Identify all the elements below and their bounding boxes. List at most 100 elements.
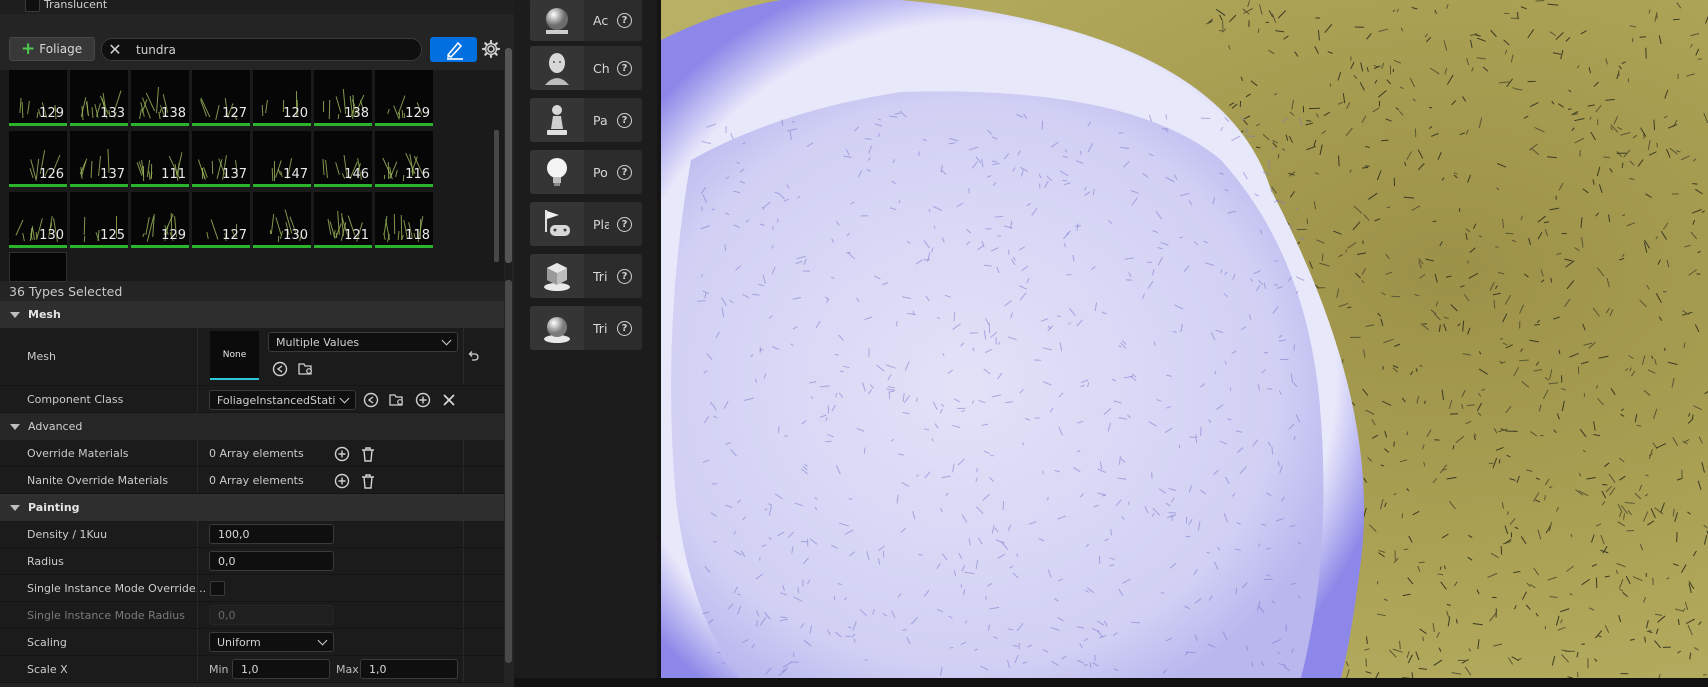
category-mesh[interactable]: Mesh [0, 301, 504, 328]
foliage-thumbnail[interactable]: 121 [314, 192, 372, 248]
place-item-trigger-box[interactable]: Tri ? [530, 254, 642, 298]
help-icon[interactable]: ? [617, 112, 632, 128]
foliage-thumbnail[interactable]: 137 [192, 131, 250, 187]
foliage-thumbnail[interactable]: 133 [70, 70, 128, 126]
column-divider [463, 575, 464, 601]
place-item-pawn[interactable]: Pa ? [530, 98, 642, 142]
foliage-stroke [1401, 513, 1404, 519]
foliage-thumbnail[interactable] [9, 252, 67, 282]
foliage-thumbnail[interactable]: 138 [314, 70, 372, 126]
help-icon[interactable]: ? [617, 320, 632, 336]
clear-icon[interactable] [440, 391, 458, 409]
add-foliage-button[interactable]: + Foliage [9, 37, 95, 61]
help-icon[interactable]: ? [617, 13, 632, 28]
foliage-stroke [737, 593, 741, 596]
foliage-thumbnail[interactable]: 146 [314, 131, 372, 187]
use-selected-icon[interactable] [362, 391, 380, 409]
column-divider [197, 467, 198, 493]
help-icon[interactable]: ? [617, 216, 632, 232]
grass-blade [400, 215, 402, 241]
foliage-search-input[interactable]: ✕ tundra [101, 38, 422, 61]
foliage-instance-count: 129 [161, 228, 186, 243]
place-item-point-light[interactable]: Po ? [530, 150, 642, 194]
density-label: Density / 1Kuu [27, 527, 108, 541]
category-advanced[interactable]: Advanced [0, 413, 504, 440]
foliage-thumbnail[interactable]: 111 [131, 131, 189, 187]
max-label: Max [336, 662, 359, 676]
grass-blade [324, 159, 328, 178]
foliage-instance-count: 130 [39, 228, 64, 243]
foliage-thumbnail[interactable]: 129 [375, 70, 433, 126]
browse-folder-icon[interactable] [388, 391, 406, 409]
place-item-player-start[interactable]: Pla ? [530, 202, 642, 246]
foliage-stroke [1579, 150, 1581, 157]
settings-gear-icon[interactable] [481, 39, 501, 59]
grass-blade [277, 235, 279, 242]
paint-mode-button[interactable] [430, 37, 477, 62]
foliage-thumbnail[interactable]: 120 [253, 70, 311, 126]
component-class-combo[interactable]: FoliageInstancedStatic [209, 390, 356, 410]
foliage-thumbnail[interactable]: 147 [253, 131, 311, 187]
reset-to-default-icon[interactable] [464, 348, 482, 366]
column-divider [463, 629, 464, 655]
grass-blade [383, 174, 386, 180]
radius-input[interactable]: 0,0 [209, 551, 334, 571]
thumbnail-scrollbar[interactable] [494, 130, 499, 262]
foliage-thumbnail[interactable]: 126 [9, 131, 67, 187]
override-materials-value: 0 Array elements [209, 446, 304, 460]
foliage-thumbnail[interactable]: 127 [192, 70, 250, 126]
trash-icon[interactable] [359, 472, 377, 490]
level-viewport[interactable] [661, 0, 1708, 678]
foliage-instance-count: 127 [222, 106, 247, 121]
foliage-thumbnail[interactable]: 125 [70, 192, 128, 248]
foliage-thumbnail[interactable]: 129 [9, 70, 67, 126]
place-item-trigger-sphere[interactable]: Tri ? [530, 306, 642, 350]
add-element-icon[interactable] [333, 445, 351, 463]
property-mesh: Mesh None Multiple Values [0, 328, 504, 386]
place-item-label: Ac [593, 13, 609, 28]
use-selected-icon[interactable] [271, 360, 289, 378]
help-icon[interactable]: ? [617, 164, 632, 180]
foliage-instance-count: 147 [283, 167, 308, 182]
panel-scrollbar-thumb[interactable] [505, 48, 512, 263]
foliage-stroke [968, 188, 970, 194]
scale-x-min-input[interactable]: 1,0 [232, 659, 330, 679]
foliage-thumbnail[interactable]: 138 [131, 70, 189, 126]
place-item-label: Tri [593, 320, 608, 336]
grass-blade [27, 100, 31, 114]
foliage-instance-count: 138 [344, 106, 369, 121]
place-item-actor[interactable]: Ac ? [530, 0, 642, 41]
scaling-combo[interactable]: Uniform [209, 632, 334, 652]
help-icon[interactable]: ? [617, 60, 632, 76]
foliage-thumbnail[interactable]: 127 [192, 192, 250, 248]
foliage-thumbnail[interactable]: 129 [131, 192, 189, 248]
help-icon[interactable]: ? [617, 268, 632, 284]
foliage-instance-count: 138 [161, 106, 186, 121]
translucent-row: Translucent [0, 0, 514, 14]
foliage-instance-count: 133 [100, 106, 125, 121]
foliage-thumbnail[interactable]: 118 [375, 192, 433, 248]
foliage-thumbnail[interactable]: 116 [375, 131, 433, 187]
density-input[interactable]: 100,0 [209, 524, 334, 544]
browse-folder-icon[interactable] [297, 360, 315, 378]
clear-search-icon[interactable]: ✕ [102, 40, 128, 59]
foliage-thumbnail[interactable]: 130 [9, 192, 67, 248]
foliage-thumbnail[interactable]: 137 [70, 131, 128, 187]
single-instance-override-checkbox[interactable] [210, 581, 225, 596]
scale-x-min-value: 1,0 [241, 662, 259, 676]
place-item-character[interactable]: Ch ? [530, 46, 642, 90]
add-icon[interactable] [414, 391, 432, 409]
translucent-checkbox[interactable] [25, 0, 40, 12]
radius-label: Radius [27, 554, 64, 568]
column-divider [197, 602, 198, 628]
mesh-combo[interactable]: Multiple Values [268, 332, 458, 352]
trash-icon[interactable] [359, 445, 377, 463]
scale-x-max-input[interactable]: 1,0 [360, 659, 458, 679]
foliage-thumbnail[interactable]: 130 [253, 192, 311, 248]
column-divider [463, 656, 464, 682]
category-painting[interactable]: Painting [0, 494, 504, 521]
details-scrollbar-thumb[interactable] [505, 280, 512, 663]
grass-blade [261, 104, 264, 116]
mesh-thumbnail[interactable]: None [210, 331, 259, 380]
add-element-icon[interactable] [333, 472, 351, 490]
